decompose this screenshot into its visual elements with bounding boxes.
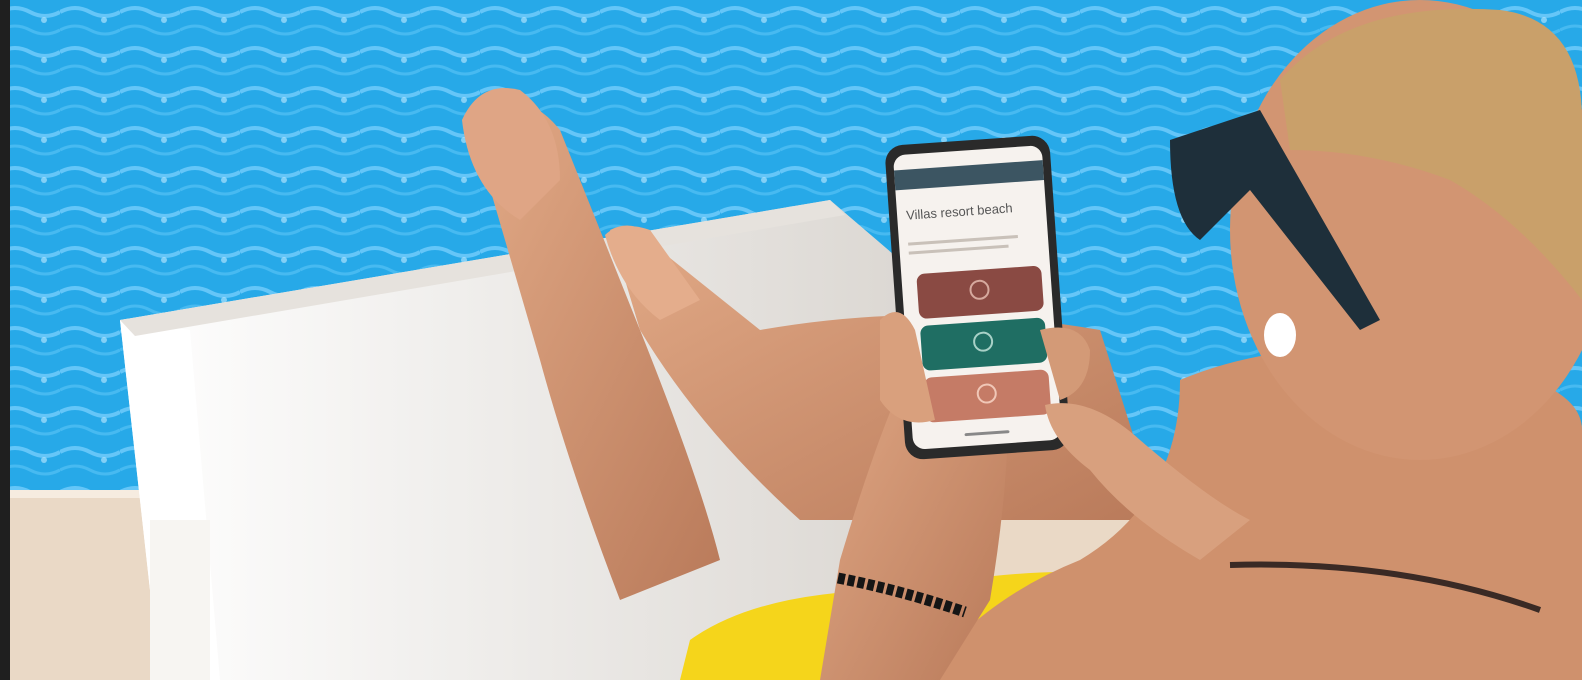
earbud bbox=[1264, 313, 1296, 357]
screen-card-3 bbox=[924, 369, 1051, 423]
screen-card-2 bbox=[920, 317, 1048, 371]
photo-scene: Villas resort beach bbox=[0, 0, 1582, 680]
image-border bbox=[0, 0, 10, 680]
screen-card-1 bbox=[916, 266, 1044, 319]
